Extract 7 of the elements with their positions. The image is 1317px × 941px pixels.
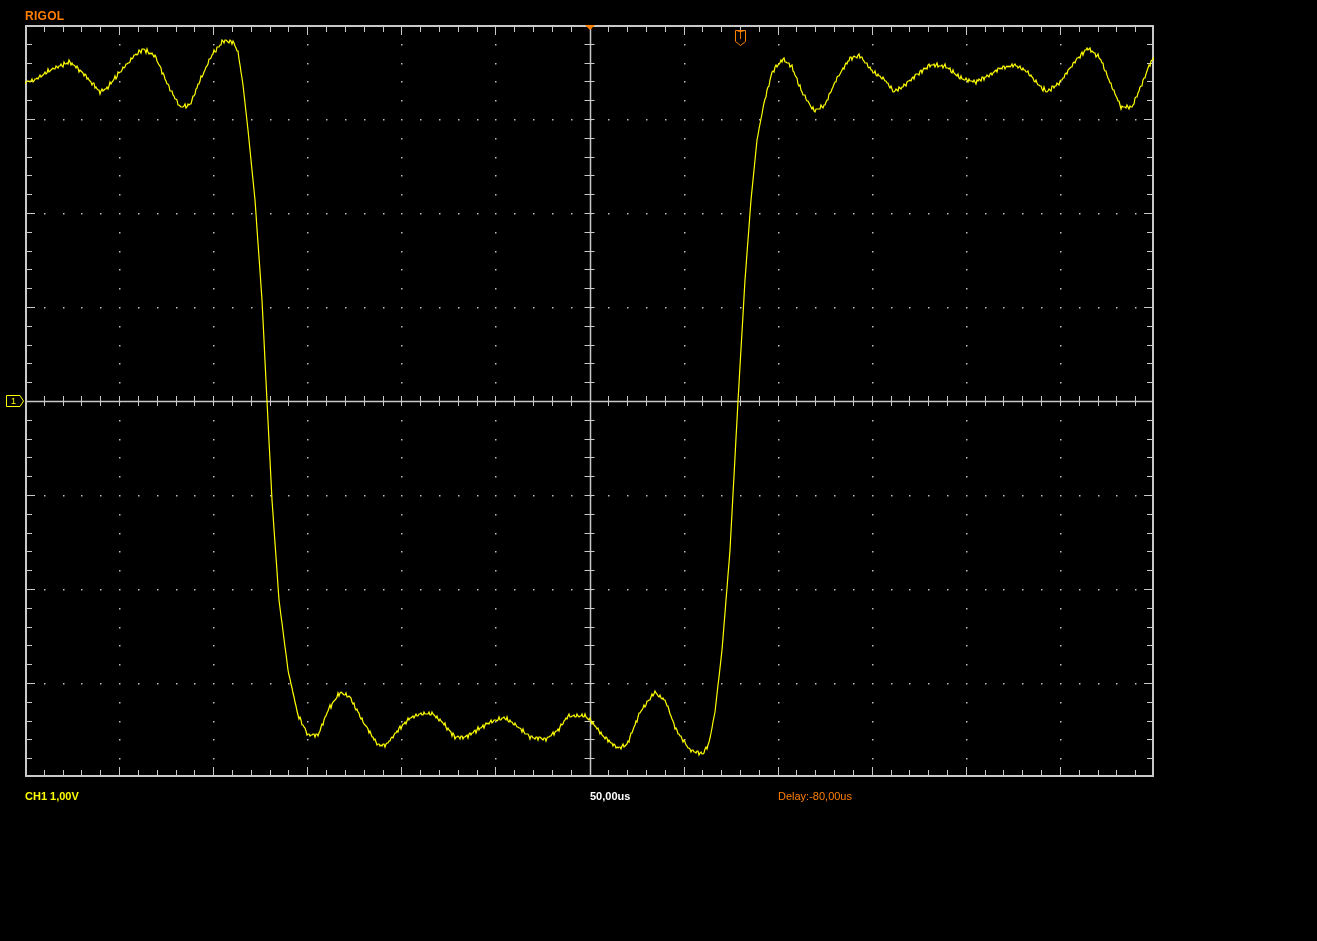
triangle-marker-icon (585, 25, 595, 30)
trigger-level-marker: T (735, 30, 746, 46)
channel-marker: 1 (6, 395, 24, 407)
timebase-label: 50,00us (590, 789, 631, 803)
delay-label: Delay:-80,00us (778, 789, 852, 803)
brand-logo: RIGOL (25, 9, 65, 25)
channel-scale-label: CH1 1,00V (25, 789, 79, 803)
